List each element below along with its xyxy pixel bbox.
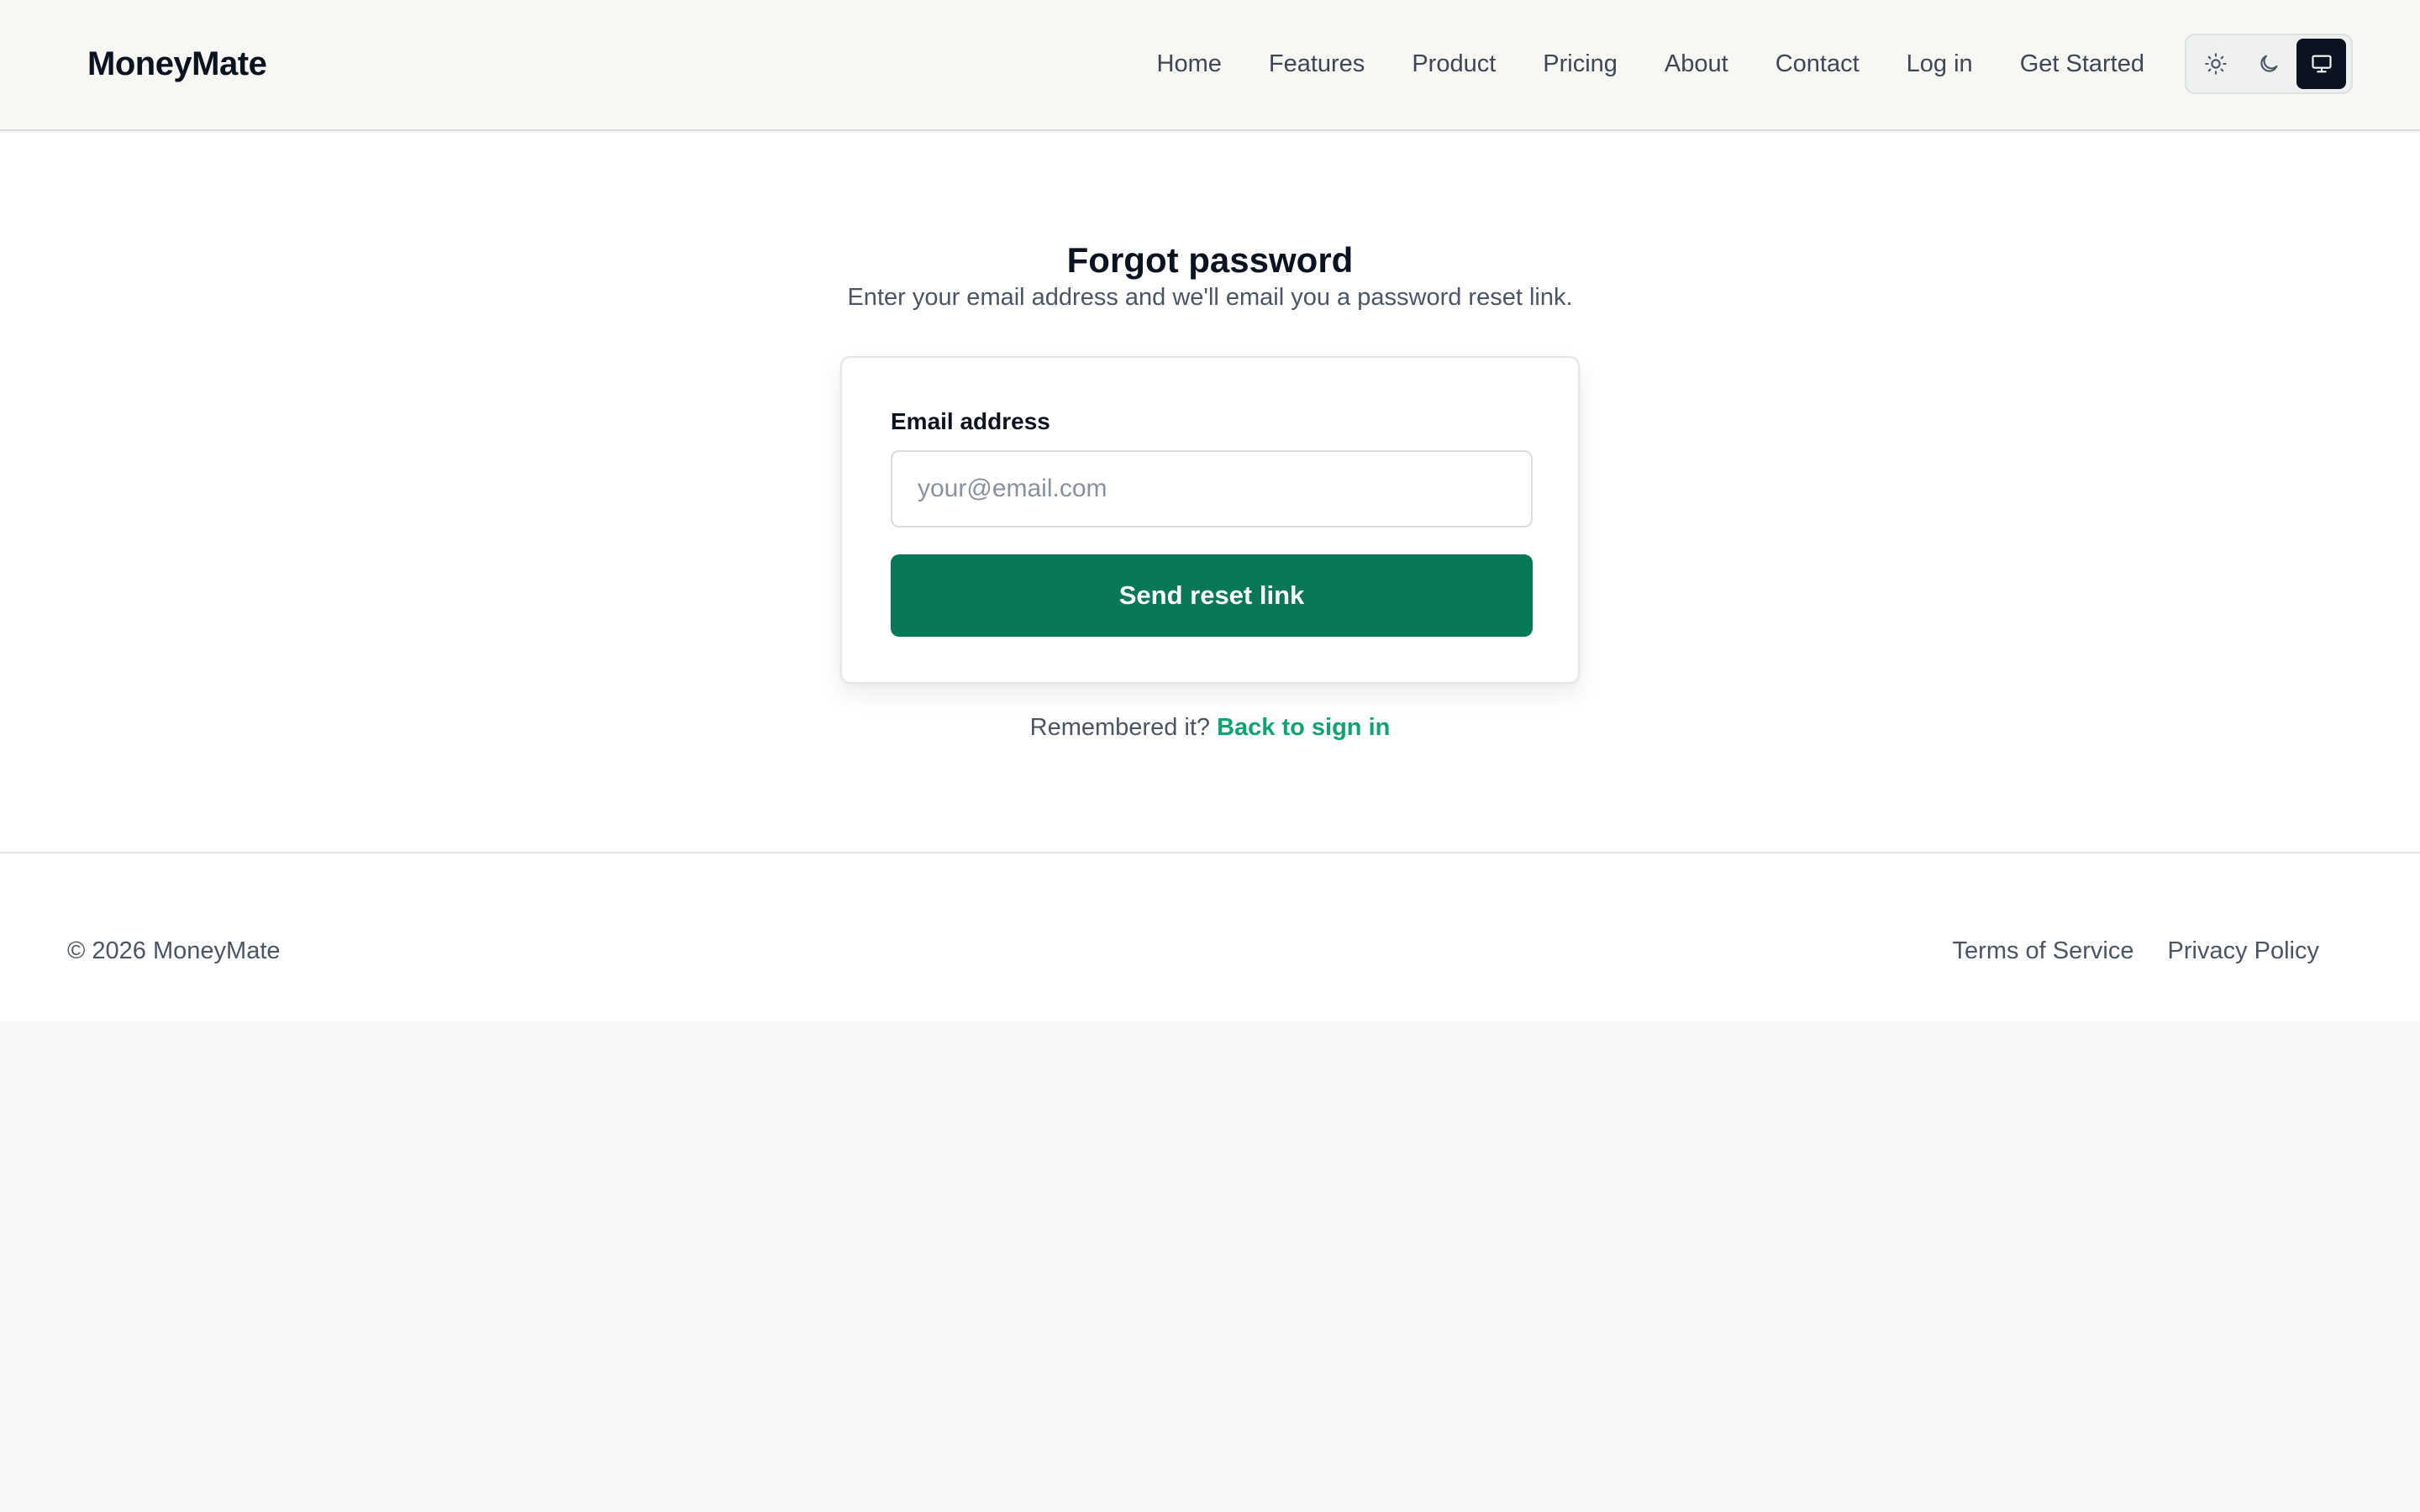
main-nav: Home Features Product Pricing About Cont…	[1157, 40, 2145, 87]
signin-prompt-row: Remembered it? Back to sign in	[0, 711, 2420, 744]
email-label: Email address	[891, 408, 1050, 434]
sun-icon	[2205, 53, 2228, 75]
terms-link[interactable]: Terms of Service	[1953, 934, 2134, 968]
nav-contact[interactable]: Contact	[1776, 40, 1860, 87]
theme-system-button[interactable]	[2296, 39, 2347, 89]
site-footer: © 2026 MoneyMate Terms of Service Privac…	[0, 852, 2420, 1021]
email-input[interactable]	[891, 450, 1533, 528]
page-subtitle: Enter your email address and we'll email…	[847, 284, 1573, 311]
privacy-link[interactable]: Privacy Policy	[2168, 934, 2320, 968]
main-content: Forgot password Enter your email address…	[0, 133, 2420, 852]
nav-pricing[interactable]: Pricing	[1543, 40, 1618, 87]
copyright-text: © 2026 MoneyMate	[67, 937, 281, 964]
nav-login[interactable]: Log in	[1907, 40, 1973, 87]
moon-icon	[2260, 55, 2278, 72]
monitor-icon	[2312, 55, 2332, 73]
nav-about[interactable]: About	[1665, 40, 1728, 87]
page-title: Forgot password	[1066, 240, 1354, 280]
nav-product[interactable]: Product	[1412, 40, 1496, 87]
site-header: MoneyMate Home Features Product Pricing …	[0, 0, 2420, 131]
send-reset-link-button[interactable]: Send reset link	[891, 554, 1533, 637]
footer-links: Terms of Service Privacy Policy	[1953, 934, 2319, 968]
nav-get-started[interactable]: Get Started	[2020, 40, 2144, 87]
reset-form-card: Email address Send reset link	[840, 356, 1580, 684]
theme-light-button[interactable]	[2191, 39, 2241, 89]
theme-dark-button[interactable]	[2244, 39, 2294, 89]
nav-features[interactable]: Features	[1269, 40, 1365, 87]
signin-prompt-text: Remembered it?	[1029, 714, 1211, 741]
brand-logo[interactable]: MoneyMate	[87, 40, 267, 87]
theme-switcher	[2185, 34, 2353, 94]
back-to-signin-link[interactable]: Back to sign in	[1217, 714, 1390, 741]
nav-home[interactable]: Home	[1157, 40, 1222, 87]
